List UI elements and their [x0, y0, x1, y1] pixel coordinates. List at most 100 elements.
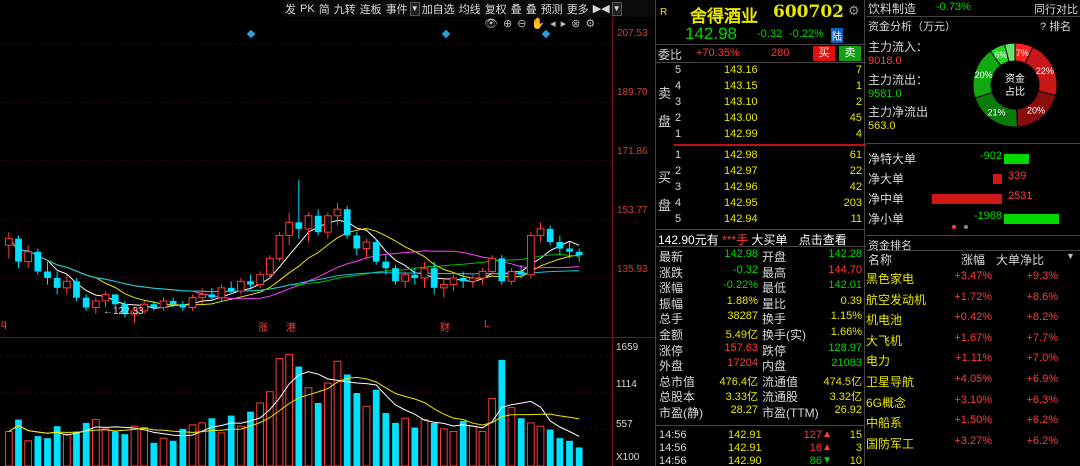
bid-row[interactable]: 5 142.94 11 — [656, 212, 866, 228]
volume-bar[interactable] — [478, 431, 487, 466]
volume-bar[interactable] — [4, 431, 13, 466]
volume-bar[interactable] — [566, 440, 573, 466]
sector-rank-row[interactable]: 电力 +1.11% +7.0% — [866, 350, 1080, 370]
volume-bar[interactable] — [392, 422, 399, 466]
toolbar-pk-button[interactable]: PK — [298, 3, 317, 15]
candle[interactable] — [392, 264, 399, 285]
volume-bar[interactable] — [314, 403, 322, 466]
volume-bar[interactable] — [382, 412, 390, 466]
volume-bar[interactable] — [323, 382, 332, 466]
volume-bar[interactable] — [401, 417, 410, 466]
bid-row[interactable]: 2 142.97 22 — [656, 164, 866, 180]
sell-button[interactable]: 卖 — [839, 46, 861, 61]
ask-row[interactable]: 3 143.10 2 — [656, 95, 866, 111]
more-dropdown-icon[interactable]: ▼ — [611, 1, 622, 16]
candle[interactable] — [488, 255, 497, 275]
volume-bar[interactable] — [430, 422, 438, 466]
toolbar-overlay-button[interactable]: 叠 — [509, 1, 524, 17]
candle[interactable] — [536, 222, 545, 242]
volume-bar[interactable] — [130, 425, 139, 466]
speaker-icon[interactable]: ▶◀ — [591, 2, 612, 15]
page-dot[interactable] — [964, 225, 968, 229]
volume-bar[interactable] — [188, 424, 197, 466]
volume-bar[interactable] — [73, 431, 80, 466]
net-flow-row[interactable]: 净特大单 -902 — [866, 150, 1080, 168]
volume-bar[interactable] — [536, 425, 545, 466]
volume-bar[interactable] — [372, 389, 380, 466]
toolbar-forecast-button[interactable]: 预测 — [539, 1, 565, 17]
toolbar-stack-button[interactable]: 叠 — [524, 1, 539, 17]
candle[interactable] — [478, 268, 487, 285]
candle[interactable] — [82, 294, 90, 311]
events-dropdown-icon[interactable]: ▼ — [409, 1, 420, 16]
volume-bar[interactable] — [343, 374, 351, 466]
toolbar-lianban-button[interactable]: 连板 — [358, 1, 384, 17]
candle[interactable] — [295, 179, 303, 239]
sector-rank-row[interactable]: 航空发动机 +1.72% +8.6% — [866, 289, 1080, 309]
toolbar-events-button[interactable]: 事件 — [384, 1, 410, 17]
candle[interactable] — [179, 300, 187, 311]
toolbar-simple-button[interactable]: 简 — [317, 1, 332, 17]
candle[interactable] — [372, 238, 380, 265]
event-marker[interactable]: 港 — [286, 319, 296, 334]
candle[interactable] — [556, 235, 564, 256]
candle[interactable] — [498, 255, 506, 285]
candle[interactable] — [73, 278, 80, 301]
col-name[interactable]: 名称 — [868, 251, 892, 268]
volume-bar[interactable] — [488, 397, 497, 466]
col-net-ratio[interactable]: 大单净比 — [996, 251, 1044, 268]
candle[interactable] — [333, 202, 342, 226]
candle[interactable] — [24, 245, 33, 269]
peer-compare-link[interactable]: 同行对比 — [1034, 1, 1078, 17]
candle[interactable] — [526, 232, 535, 279]
candle[interactable] — [159, 297, 168, 311]
candle[interactable] — [62, 274, 71, 295]
ask-row[interactable]: 1 142.99 4 — [656, 127, 866, 143]
volume-bar[interactable] — [517, 418, 525, 466]
ask-row[interactable]: 2 143.00 45 — [656, 111, 866, 127]
volume-bar[interactable] — [295, 366, 303, 466]
candle[interactable] — [217, 284, 226, 301]
volume-bar[interactable] — [24, 440, 33, 466]
volume-bar[interactable] — [362, 405, 371, 466]
volume-bar[interactable] — [236, 425, 245, 466]
volume-bar[interactable] — [169, 440, 177, 466]
volume-chart[interactable] — [0, 340, 612, 466]
candle[interactable] — [323, 212, 332, 239]
net-flow-row[interactable]: 净小单 -1968 — [866, 210, 1080, 228]
volume-bar[interactable] — [101, 428, 110, 466]
event-marker[interactable]: q — [1, 319, 7, 330]
sector-rank-row[interactable]: 黑色家电 +3.47% +9.3% — [866, 268, 1080, 288]
candle[interactable] — [44, 261, 51, 285]
candle[interactable] — [439, 278, 448, 298]
net-flow-row[interactable]: 净中单 2531 — [866, 190, 1080, 208]
candle[interactable] — [362, 238, 371, 259]
sector-name[interactable]: 饮料制造 — [868, 0, 916, 17]
volume-bar[interactable] — [498, 359, 506, 466]
col-change[interactable]: 涨幅 — [961, 251, 985, 268]
event-marker[interactable]: L — [484, 319, 490, 330]
volume-bar[interactable] — [468, 425, 477, 466]
candle[interactable] — [304, 212, 313, 242]
volume-bar[interactable] — [575, 447, 583, 466]
sector-rank-row[interactable]: 国防军工 +3.27% +6.2% — [866, 433, 1080, 453]
toolbar-jiuzhuan-button[interactable]: 九转 — [332, 1, 358, 17]
volume-bar[interactable] — [333, 360, 342, 466]
volume-bar[interactable] — [449, 431, 458, 466]
volume-bar[interactable] — [556, 438, 564, 466]
volume-bar[interactable] — [507, 407, 516, 466]
candle[interactable] — [468, 274, 477, 288]
volume-bar[interactable] — [44, 438, 51, 466]
sector-rank-row[interactable]: 6G概念 +3.10% +6.3% — [866, 392, 1080, 412]
sector-rank-row[interactable]: 中船系 +1.50% +6.2% — [866, 412, 1080, 432]
candle[interactable] — [188, 294, 197, 311]
volume-bar[interactable] — [198, 422, 207, 466]
bid-row[interactable]: 3 142.96 42 — [656, 180, 866, 196]
sector-rank-row[interactable]: 机电池 +0.42% +8.2% — [866, 309, 1080, 329]
candle[interactable] — [575, 248, 583, 262]
candle[interactable] — [15, 235, 22, 269]
sector-rank-row[interactable]: 大飞机 +1.67% +7.7% — [866, 330, 1080, 350]
gear-icon[interactable]: ⚙ — [848, 3, 860, 19]
toolbar-ma-button[interactable]: 均线 — [457, 1, 483, 17]
candle[interactable] — [507, 268, 516, 285]
